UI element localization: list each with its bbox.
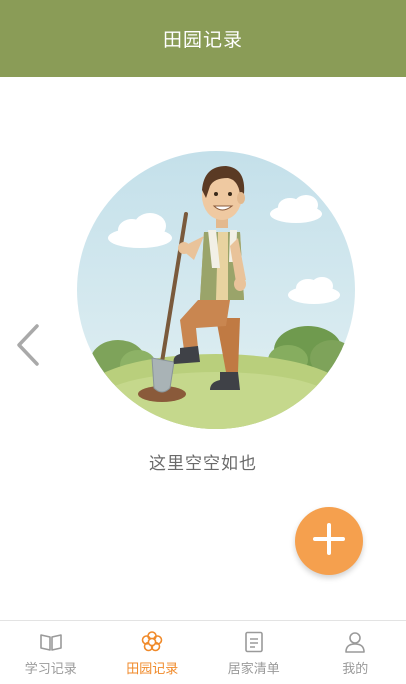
empty-state-message: 这里空空如也 xyxy=(0,449,406,474)
tab-study-records[interactable]: 学习记录 xyxy=(0,621,102,684)
tab-label: 田园记录 xyxy=(126,658,178,677)
back-button[interactable] xyxy=(6,320,50,374)
plus-icon xyxy=(312,522,346,560)
chevron-left-icon xyxy=(13,322,43,372)
list-document-icon xyxy=(241,630,267,654)
tab-home-checklist[interactable]: 居家清单 xyxy=(203,621,305,684)
tab-mine[interactable]: 我的 xyxy=(305,621,406,684)
flower-icon xyxy=(139,630,165,654)
bottom-tab-bar: 学习记录 田园记录 居家清单 xyxy=(0,620,406,684)
farmer-with-shovel-illustration xyxy=(70,150,362,440)
app-header: 田园记录 xyxy=(0,0,406,77)
add-record-button[interactable] xyxy=(295,507,363,575)
book-icon xyxy=(38,630,64,654)
page-title: 田园记录 xyxy=(163,25,243,52)
tab-label: 学习记录 xyxy=(25,658,77,677)
tab-label: 居家清单 xyxy=(228,658,280,677)
tab-garden-records[interactable]: 田园记录 xyxy=(102,621,204,684)
user-icon xyxy=(342,630,368,654)
tab-label: 我的 xyxy=(342,658,368,677)
